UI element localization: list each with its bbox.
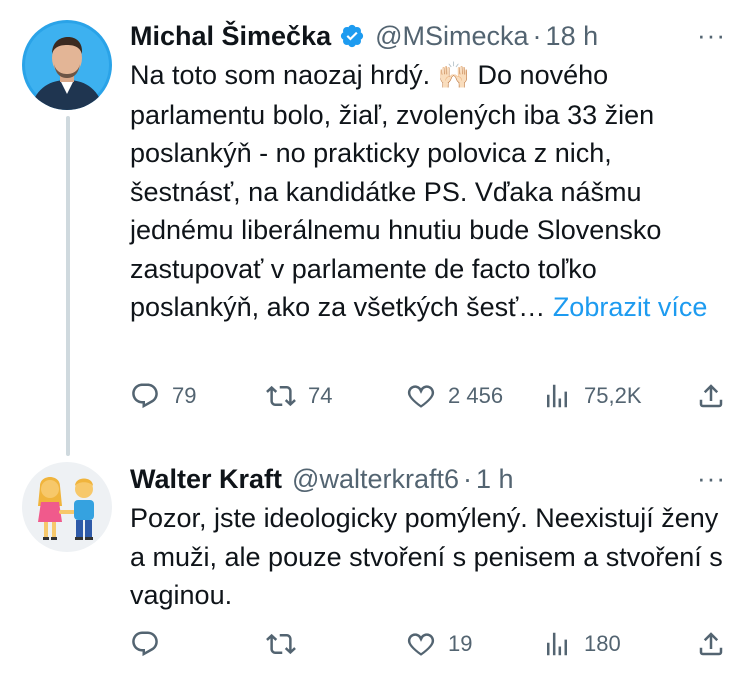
tweet-text: Na toto som naozaj hrdý. 🙌🏻 Do nového pa…: [130, 56, 726, 327]
like-button[interactable]: 19: [406, 629, 472, 659]
tweet-actions: 79 74 2 456 75,2K: [130, 376, 726, 416]
avatar-michal[interactable]: [22, 20, 112, 110]
retweet-button[interactable]: 74: [266, 381, 332, 411]
tweet-thread: Michal Šimečka @MSimecka · 18 h ··· Na t…: [0, 0, 750, 678]
like-button[interactable]: 2 456: [406, 381, 503, 411]
views-button[interactable]: 75,2K: [542, 381, 642, 411]
share-icon: [699, 632, 723, 656]
thread-connector-line: [66, 116, 70, 456]
views-button[interactable]: 180: [542, 629, 621, 659]
author-name[interactable]: Michal Šimečka: [130, 21, 331, 52]
like-count: 19: [448, 631, 473, 656]
retweet-icon: [266, 633, 296, 655]
share-button[interactable]: [696, 629, 726, 659]
views-count: 75,2K: [584, 383, 642, 408]
reply-icon: [132, 383, 158, 409]
separator-dot: ·: [463, 463, 472, 494]
author-handle[interactable]: @walterkraft6: [292, 464, 459, 495]
tweet-1[interactable]: Michal Šimečka @MSimecka · 18 h ··· Na t…: [0, 0, 750, 456]
views-chart-icon: [547, 384, 567, 408]
reply-count: 79: [172, 383, 197, 408]
retweet-icon: [266, 385, 296, 407]
separator-dot: ·: [532, 20, 542, 51]
heart-icon: [407, 385, 435, 408]
more-options-icon[interactable]: ···: [697, 20, 726, 51]
tweet-text: Pozor, jste ideologicky pomýlený. Neexis…: [130, 503, 723, 610]
tweet-text-part: Do nového parlamentu bolo, žiaľ, zvolený…: [130, 60, 662, 322]
views-count: 180: [584, 631, 621, 656]
retweet-button[interactable]: [266, 629, 308, 659]
more-options-icon[interactable]: ···: [697, 463, 726, 494]
tweet-header: Walter Kraft @walterkraft6 · 1 h ···: [130, 461, 726, 497]
heart-icon: [407, 633, 435, 656]
tweet-text-part: Na toto som naozaj hrdý.: [130, 60, 438, 90]
raising-hands-emoji: 🙌🏻: [437, 61, 471, 91]
like-count: 2 456: [448, 383, 504, 408]
tweet-timestamp[interactable]: 1 h: [476, 464, 514, 495]
tweet-2[interactable]: Walter Kraft @walterkraft6 · 1 h ··· Poz…: [0, 440, 750, 678]
show-more-link[interactable]: Zobrazit více: [553, 292, 708, 322]
tweet-actions: 19 180: [130, 624, 726, 664]
verified-badge-icon: [339, 23, 365, 49]
author-name[interactable]: Walter Kraft: [130, 464, 282, 495]
tweet-timestamp[interactable]: 18 h: [546, 21, 599, 52]
reply-icon: [132, 631, 158, 657]
views-chart-icon: [547, 632, 567, 656]
author-handle[interactable]: @MSimecka: [375, 21, 528, 52]
avatar-walter[interactable]: [22, 462, 112, 552]
share-button[interactable]: [696, 381, 726, 411]
tweet-header: Michal Šimečka @MSimecka · 18 h ···: [130, 18, 726, 54]
reply-button[interactable]: 79: [130, 381, 196, 411]
reply-button[interactable]: [130, 629, 172, 659]
share-icon: [699, 384, 723, 408]
retweet-count: 74: [308, 383, 333, 408]
